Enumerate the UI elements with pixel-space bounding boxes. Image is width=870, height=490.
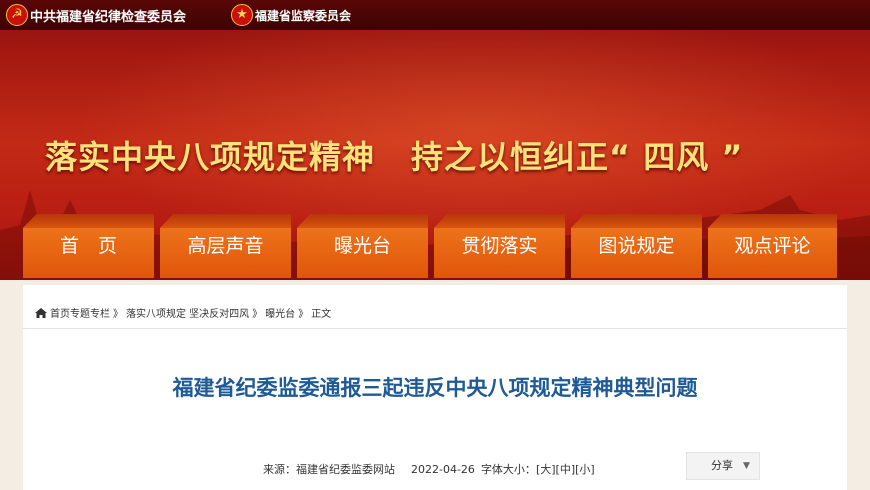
nav-item-exposure[interactable]: 曝光台 xyxy=(297,214,428,278)
breadcrumb-link-eight-rules[interactable]: 落实八项规定 坚决反对四风 xyxy=(126,309,249,320)
font-size-medium-link[interactable]: [中] xyxy=(556,463,576,476)
font-size-small-link[interactable]: [小] xyxy=(575,463,595,476)
chevron-down-icon: ▼ xyxy=(743,461,750,471)
breadcrumb-link-exposure[interactable]: 曝光台 xyxy=(265,309,295,320)
home-icon xyxy=(35,308,47,318)
org-name-discipline-commission: 中共福建省纪律检查委员会 xyxy=(30,10,187,25)
banner-slogan: 落实中央八项规定精神 持之以恒纠正“ 四风 ” xyxy=(45,132,743,178)
slogan-part-2: 持之以恒纠正“ 四风 ” xyxy=(411,138,744,176)
nav-item-leadership-voices[interactable]: 高层声音 xyxy=(160,214,291,278)
share-button[interactable]: 分享 ▼ xyxy=(686,452,760,480)
breadcrumb: 首页专题专栏》落实八项规定 坚决反对四风》曝光台》正文 xyxy=(35,305,331,320)
party-emblem-icon: ☭ xyxy=(6,4,28,26)
breadcrumb-link-home-special[interactable]: 首页专题专栏 xyxy=(50,309,110,320)
national-emblem-icon: ★ xyxy=(231,4,253,26)
top-bar: ☭ 中共福建省纪律检查委员会 ★ 福建省监察委员会 xyxy=(0,0,870,30)
nav-item-implementation[interactable]: 贯彻落实 xyxy=(434,214,565,278)
article-meta: 来源：福建省纪委监委网站 2022-04-26 字体大小：[大][中][小] xyxy=(263,461,595,477)
nav-item-home[interactable]: 首 页 xyxy=(23,214,154,278)
nav-item-commentary[interactable]: 观点评论 xyxy=(708,214,837,278)
divider xyxy=(23,328,847,329)
main-nav: 首 页 高层声音 曝光台 贯彻落实 图说规定 观点评论 xyxy=(23,214,847,278)
font-size-large-link[interactable]: [大] xyxy=(536,463,556,476)
slogan-part-1: 落实中央八项规定精神 xyxy=(45,138,376,176)
breadcrumb-separator: 》 xyxy=(252,309,263,320)
article-source: 来源：福建省纪委监委网站 xyxy=(263,463,395,476)
nav-item-illustrated-rules[interactable]: 图说规定 xyxy=(571,214,702,278)
org-name-supervision-commission: 福建省监察委员会 xyxy=(255,9,352,23)
content-panel: 首页专题专栏》落实八项规定 坚决反对四风》曝光台》正文 福建省纪委监委通报三起违… xyxy=(23,285,847,490)
article-title: 福建省纪委监委通报三起违反中央八项规定精神典型问题 xyxy=(172,376,698,400)
breadcrumb-separator: 》 xyxy=(113,309,123,320)
share-label: 分享 xyxy=(711,459,733,472)
font-size-label: 字体大小： xyxy=(480,463,536,476)
breadcrumb-current: 正文 xyxy=(311,309,332,320)
article-date: 2022-04-26 xyxy=(411,463,475,476)
breadcrumb-separator: 》 xyxy=(298,309,309,320)
